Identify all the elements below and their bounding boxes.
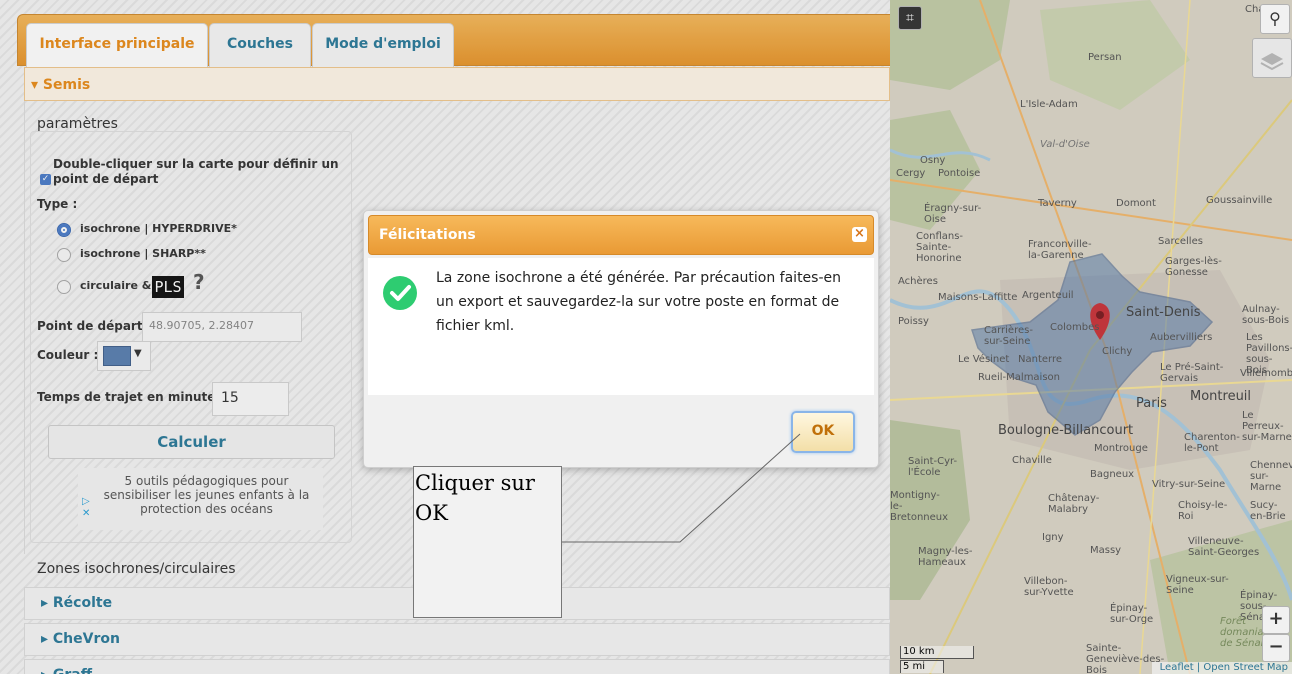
callout-box: Cliquer sur OK (413, 466, 562, 618)
close-icon[interactable]: × (852, 227, 867, 242)
dialog-header: Félicitations × (368, 215, 874, 255)
success-check-icon (383, 276, 417, 310)
ok-button[interactable]: OK (791, 411, 855, 453)
dialog-body: La zone isochrone a été générée. Par pré… (368, 258, 874, 395)
callout-text: Cliquer sur OK (415, 471, 535, 525)
dialog-message: La zone isochrone a été générée. Par pré… (436, 270, 842, 334)
dialog-title: Félicitations (379, 227, 476, 243)
